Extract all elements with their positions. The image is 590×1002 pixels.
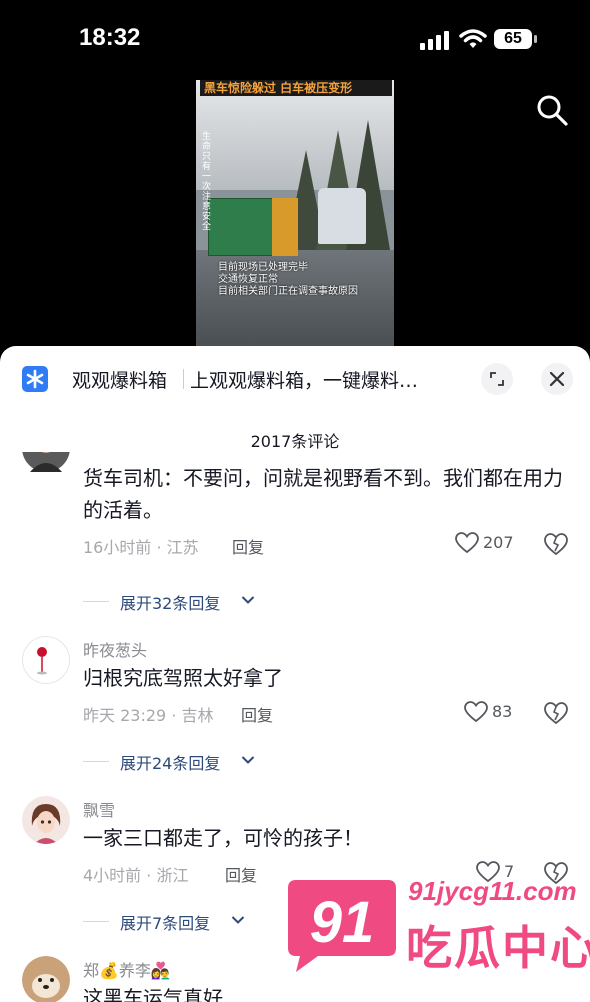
dislike-icon[interactable] [543, 701, 569, 725]
battery-icon: 65 [494, 29, 540, 51]
yellow-truck-image [272, 198, 298, 256]
comment-text: 一家三口都走了，可怜的孩子！ [83, 826, 363, 850]
comment-text: 货车司机：不要问，问就是视野看不到。我们都在用力的活着。 [83, 466, 563, 522]
divider [183, 369, 184, 389]
comment-nickname[interactable]: 郑💰养李👩‍❤️‍👨 [83, 957, 171, 981]
expand-replies-label: 展开7条回复 [120, 914, 211, 933]
comment-count: 2017条评论 [250, 432, 340, 451]
watermark-url: 91jycg11.com [408, 876, 577, 906]
comment-item: 货车司机：不要问，问就是视野看不到。我们都在用力的活着。 16小时前 · 江苏 … [0, 452, 590, 622]
heart-icon [455, 532, 479, 554]
search-icon[interactable] [534, 92, 570, 128]
like-button[interactable]: 207 [455, 532, 535, 556]
ad-title[interactable]: 观观爆料箱 [72, 366, 167, 393]
comment-nickname[interactable]: 昨夜葱头 [83, 637, 147, 661]
cellular-signal-icon [420, 31, 449, 50]
close-icon[interactable] [541, 363, 573, 395]
chevron-down-icon [241, 756, 255, 764]
dislike-icon[interactable] [543, 532, 569, 556]
video-vertical-text: 生命只有一次注意安全 [202, 132, 212, 232]
reply-button[interactable]: 回复 [241, 702, 273, 726]
comment-meta: 16小时前 · 江苏 [83, 538, 199, 557]
ad-logo-icon[interactable] [22, 366, 48, 392]
comment-item: 昨夜葱头 归根究底驾照太好拿了 昨天 23:29 · 吉林 回复 83 展开24… [0, 634, 590, 782]
video-banner: 黑车惊险躲过 白车被压变形 [200, 80, 392, 96]
avatar[interactable] [22, 796, 70, 844]
expand-icon[interactable] [481, 363, 513, 395]
video-caption: 目前现场已处理完毕 交通恢复正常 目前相关部门正在调查事故原因 [218, 262, 358, 297]
like-count: 207 [483, 533, 514, 552]
avatar[interactable] [22, 636, 70, 684]
comment-meta: 4小时前 · 浙江 [83, 866, 189, 885]
status-time: 18:32 [79, 24, 141, 51]
ad-description[interactable]: 上观观爆料箱，一键爆料… [190, 366, 418, 393]
expand-replies-label: 展开32条回复 [120, 594, 221, 613]
chevron-down-icon [231, 916, 245, 924]
chevron-down-icon [241, 596, 255, 604]
avatar[interactable] [22, 956, 70, 1002]
comment-nickname[interactable]: 飘雪 [83, 797, 115, 821]
heart-icon [464, 701, 488, 723]
comment-meta: 昨天 23:29 · 吉林 [83, 706, 214, 725]
watermark-number: 91 [310, 890, 375, 955]
video-player[interactable]: 黑车惊险躲过 白车被压变形 生命只有一次注意安全 目前现场已处理完毕 交通恢复正… [196, 80, 394, 346]
comment-text: 这黑车运气真好 [83, 986, 223, 1002]
comment-text: 归根究底驾照太好拿了 [83, 666, 283, 690]
like-button[interactable]: 83 [464, 701, 544, 725]
battery-level: 65 [494, 29, 532, 49]
expand-replies-label: 展开24条回复 [120, 754, 221, 773]
avatar[interactable] [22, 452, 70, 472]
watermark-logo: 91 [288, 880, 396, 972]
wifi-icon [459, 29, 487, 48]
watermark-name: 吃瓜中心 [406, 921, 590, 975]
white-car-image [318, 188, 366, 244]
reply-button[interactable]: 回复 [232, 534, 264, 558]
reply-button[interactable]: 回复 [225, 862, 257, 886]
status-bar: 18:32 65 [0, 0, 590, 80]
like-count: 83 [492, 702, 513, 721]
green-truck-image [208, 198, 274, 256]
